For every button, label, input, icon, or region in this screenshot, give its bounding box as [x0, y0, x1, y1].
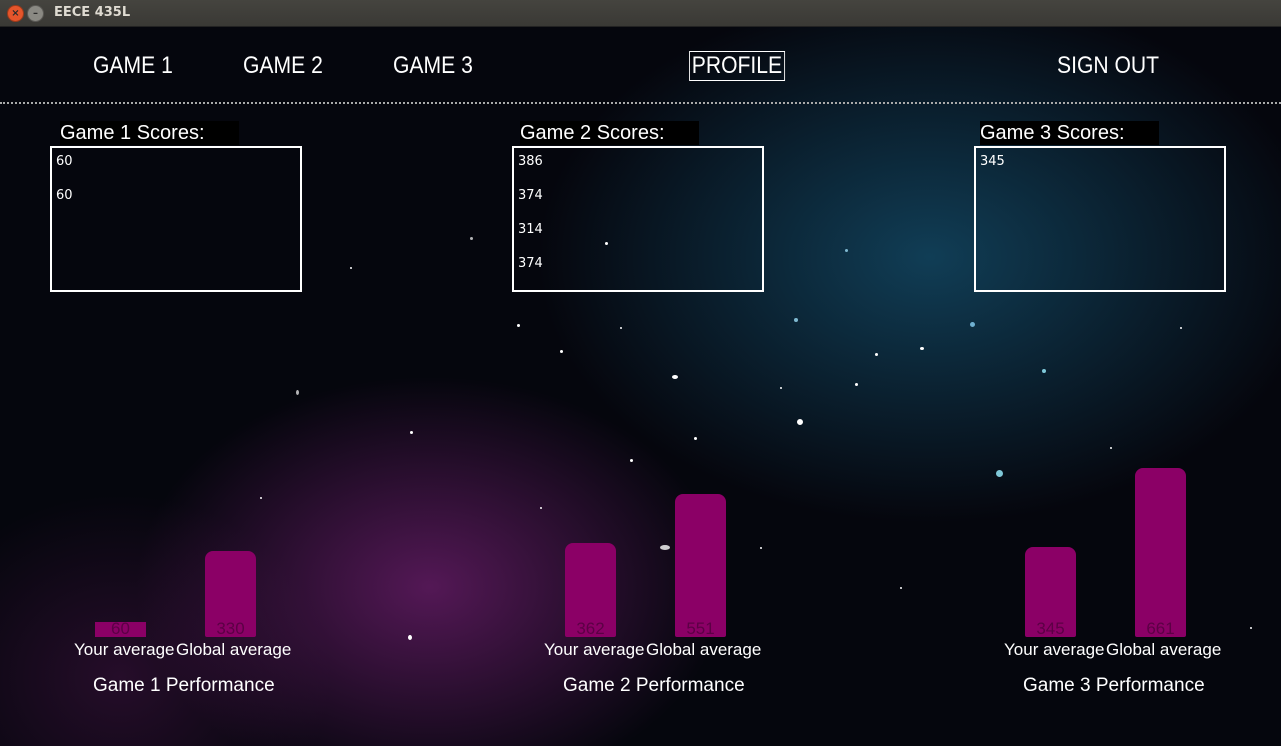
close-icon[interactable]: ×	[7, 5, 24, 22]
nav-divider	[0, 102, 1281, 104]
score-item: 314	[518, 222, 543, 237]
game3-global-average-label: Global average	[1106, 640, 1222, 659]
bar-value: 345	[1036, 619, 1065, 638]
game1-your-average-bar: 60	[95, 619, 146, 638]
nav-game2[interactable]: GAME 2	[243, 52, 323, 80]
window-title: EECE 435L	[54, 5, 131, 20]
game1-performance-title: Game 1 Performance	[93, 675, 275, 696]
bar-value: 60	[111, 619, 130, 638]
bar-value: 661	[1146, 619, 1175, 638]
game2-your-average-label: Your average	[544, 640, 645, 659]
bar-value: 362	[576, 619, 605, 638]
game2-scores-box: 386 374 314 374	[512, 146, 764, 292]
game3-global-average-bar: 661	[1135, 468, 1186, 638]
nav-game3[interactable]: GAME 3	[393, 52, 473, 80]
score-item: 60	[56, 188, 73, 203]
game3-your-average-label: Your average	[1004, 640, 1105, 659]
game1-scores-title: Game 1 Scores:	[60, 121, 239, 145]
score-item: 345	[980, 154, 1005, 169]
score-item: 386	[518, 154, 543, 169]
game3-performance-title: Game 3 Performance	[1023, 675, 1205, 696]
game2-scores-title: Game 2 Scores:	[520, 121, 699, 145]
score-item: 374	[518, 256, 543, 271]
game3-scores-box: 345	[974, 146, 1226, 292]
game1-global-average-label: Global average	[176, 640, 292, 659]
nav-game1[interactable]: GAME 1	[93, 52, 173, 80]
game2-performance-title: Game 2 Performance	[563, 675, 745, 696]
bar-value: 551	[686, 619, 715, 638]
score-item: 374	[518, 188, 543, 203]
game3-scores-title: Game 3 Scores:	[980, 121, 1159, 145]
minimize-icon[interactable]: –	[27, 5, 44, 22]
game1-global-average-bar: 330	[205, 551, 256, 638]
game3-your-average-bar: 345	[1025, 547, 1076, 638]
game2-global-average-label: Global average	[646, 640, 762, 659]
score-item: 60	[56, 154, 73, 169]
game1-your-average-label: Your average	[74, 640, 175, 659]
game2-your-average-bar: 362	[565, 543, 616, 638]
nav-sign-out[interactable]: SIGN OUT	[1057, 52, 1159, 80]
nav-profile[interactable]: PROFILE	[689, 51, 785, 81]
bar-value: 330	[216, 619, 245, 638]
window-titlebar: × – EECE 435L	[0, 0, 1281, 27]
game2-global-average-bar: 551	[675, 494, 726, 638]
game1-scores-box: 60 60	[50, 146, 302, 292]
